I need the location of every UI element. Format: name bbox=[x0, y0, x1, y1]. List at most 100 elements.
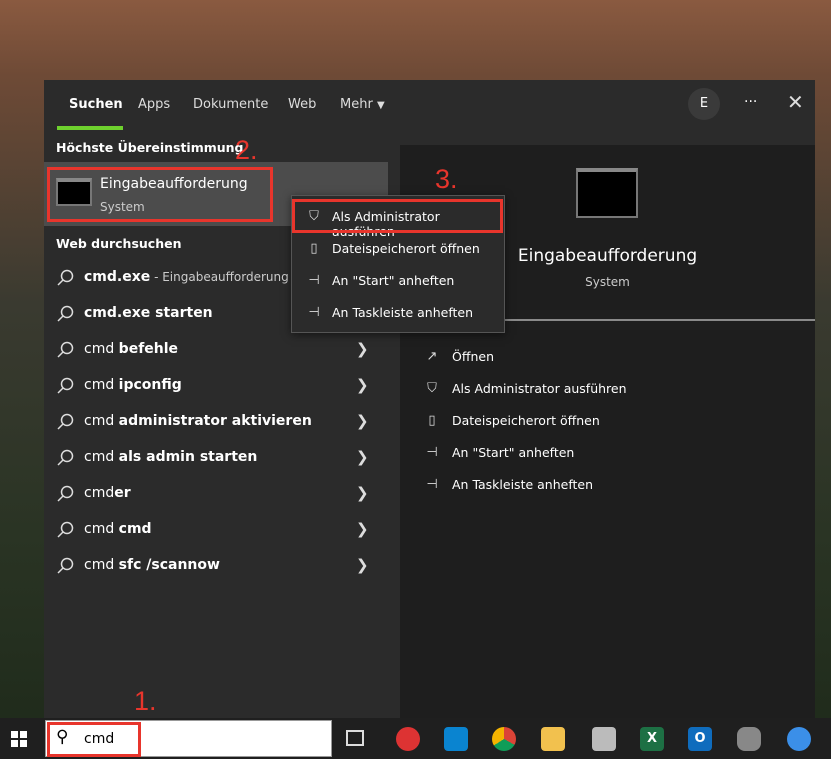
folder-icon: ▯ bbox=[310, 241, 318, 256]
web-result-item[interactable]: cmd als admin starten ❯ bbox=[44, 440, 388, 476]
result-bold: cmd.exe bbox=[84, 269, 151, 285]
tab-apps[interactable]: Apps bbox=[138, 97, 170, 112]
context-menu-item[interactable]: ⊣ An Taskleiste anheften bbox=[292, 297, 504, 329]
app-icon[interactable] bbox=[787, 727, 811, 751]
web-result-text: cmd.exe starten bbox=[84, 305, 213, 321]
annotation-step-2: 2. bbox=[235, 135, 258, 165]
result-prefix: cmd bbox=[84, 521, 119, 537]
outlook-icon[interactable]: O bbox=[688, 727, 712, 751]
annotation-step-1: 1. bbox=[134, 686, 157, 716]
result-bold: cmd.exe starten bbox=[84, 305, 213, 321]
preview-action[interactable]: ⊣ An Taskleiste anheften bbox=[400, 469, 815, 501]
result-prefix: cmd bbox=[84, 413, 119, 429]
action-label: An Taskleiste anheften bbox=[452, 477, 594, 492]
command-prompt-large-icon bbox=[576, 168, 638, 218]
search-icon bbox=[57, 449, 74, 466]
preview-action[interactable]: ⛉ Als Administrator ausführen bbox=[400, 373, 815, 405]
result-bold: er bbox=[114, 485, 131, 501]
web-result-item[interactable]: cmd cmd ❯ bbox=[44, 512, 388, 548]
search-icon bbox=[57, 485, 74, 502]
tab-web[interactable]: Web bbox=[288, 97, 316, 112]
performance-monitor-icon[interactable] bbox=[592, 727, 616, 751]
result-prefix: cmd bbox=[84, 449, 119, 465]
preview-action[interactable]: ⊣ An "Start" anheften bbox=[400, 437, 815, 469]
chrome-icon[interactable] bbox=[492, 727, 516, 751]
result-prefix: cmd bbox=[84, 341, 119, 357]
result-prefix: cmd bbox=[84, 485, 115, 501]
annotation-box-3 bbox=[292, 199, 503, 233]
chevron-down-icon: ▼ bbox=[376, 100, 385, 111]
action-label: Öffnen bbox=[452, 349, 494, 364]
file-explorer-icon[interactable] bbox=[541, 727, 565, 751]
search-icon bbox=[57, 269, 74, 286]
annotation-box-1 bbox=[47, 722, 141, 757]
chevron-right-icon[interactable]: ❯ bbox=[356, 340, 369, 358]
result-prefix: cmd bbox=[84, 557, 119, 573]
menu-item-label: An "Start" anheften bbox=[332, 273, 455, 288]
result-bold: als admin starten bbox=[118, 449, 258, 465]
web-result-text: cmd ipconfig bbox=[84, 377, 182, 393]
pin-icon: ⊣ bbox=[308, 273, 320, 288]
context-menu-item[interactable]: ▯ Dateispeicherort öffnen bbox=[292, 233, 504, 265]
account-avatar[interactable]: E bbox=[688, 88, 720, 120]
pin-icon: ⊣ bbox=[308, 305, 320, 320]
search-icon bbox=[57, 341, 74, 358]
chevron-right-icon[interactable]: ❯ bbox=[356, 520, 369, 538]
web-result-text: cmd administrator aktivieren bbox=[84, 413, 312, 429]
preview-action[interactable]: ↗ Öffnen bbox=[400, 341, 815, 373]
menu-item-label: Dateispeicherort öffnen bbox=[332, 241, 480, 256]
web-result-item[interactable]: cmd ipconfig ❯ bbox=[44, 368, 388, 404]
menu-item-label: An Taskleiste anheften bbox=[332, 305, 474, 320]
open-icon: ↗ bbox=[426, 349, 438, 364]
tab-mehr-label: Mehr bbox=[340, 97, 373, 112]
chevron-right-icon[interactable]: ❯ bbox=[356, 412, 369, 430]
best-match-heading: Höchste Übereinstimmung bbox=[56, 140, 244, 155]
action-label: Dateispeicherort öffnen bbox=[452, 413, 600, 428]
chevron-right-icon[interactable]: ❯ bbox=[356, 376, 369, 394]
web-result-text: cmd befehle bbox=[84, 341, 178, 357]
action-label: An "Start" anheften bbox=[452, 445, 575, 460]
result-bold: cmd bbox=[118, 521, 152, 537]
folder-icon: ▯ bbox=[428, 413, 436, 428]
result-suffix: - Eingabeaufforderung bbox=[150, 270, 289, 284]
search-icon bbox=[57, 521, 74, 538]
close-button[interactable]: ✕ bbox=[787, 90, 804, 114]
more-options-button[interactable]: ··· bbox=[744, 94, 757, 110]
web-result-item[interactable]: cmder ❯ bbox=[44, 476, 388, 512]
chevron-right-icon[interactable]: ❯ bbox=[356, 484, 369, 502]
pin-icon: ⊣ bbox=[426, 477, 438, 492]
windows-start-icon[interactable] bbox=[11, 731, 27, 747]
clock-app-icon[interactable] bbox=[737, 727, 761, 751]
search-icon bbox=[57, 413, 74, 430]
web-result-text: cmd als admin starten bbox=[84, 449, 257, 465]
shield-icon: ⛉ bbox=[427, 381, 437, 396]
web-result-item[interactable]: cmd administrator aktivieren ❯ bbox=[44, 404, 388, 440]
search-icon bbox=[57, 377, 74, 394]
web-result-item[interactable]: cmd sfc /scannow ❯ bbox=[44, 548, 388, 584]
web-result-text: cmder bbox=[84, 485, 131, 501]
result-bold: ipconfig bbox=[118, 377, 182, 393]
snipping-tool-icon[interactable] bbox=[396, 727, 420, 751]
result-bold: befehle bbox=[118, 341, 179, 357]
context-menu-item[interactable]: ⊣ An "Start" anheften bbox=[292, 265, 504, 297]
store-app-icon[interactable] bbox=[444, 727, 468, 751]
task-view-icon[interactable] bbox=[346, 730, 364, 746]
search-icon bbox=[57, 305, 74, 322]
web-result-text: cmd sfc /scannow bbox=[84, 557, 220, 573]
excel-icon[interactable]: X bbox=[640, 727, 664, 751]
result-bold: sfc /scannow bbox=[118, 557, 220, 573]
search-icon bbox=[57, 557, 74, 574]
tab-suchen[interactable]: Suchen bbox=[69, 97, 123, 112]
web-result-text: cmd.exe - Eingabeaufforderung bbox=[84, 269, 289, 285]
action-label: Als Administrator ausführen bbox=[452, 381, 627, 396]
result-bold: administrator aktivieren bbox=[118, 413, 312, 429]
web-search-heading: Web durchsuchen bbox=[56, 236, 182, 251]
annotation-box-2 bbox=[47, 167, 273, 222]
chevron-right-icon[interactable]: ❯ bbox=[356, 556, 369, 574]
tab-mehr[interactable]: Mehr ▼ bbox=[340, 97, 385, 112]
web-result-item[interactable]: cmd befehle ❯ bbox=[44, 332, 388, 368]
preview-action[interactable]: ▯ Dateispeicherort öffnen bbox=[400, 405, 815, 437]
tab-dokumente[interactable]: Dokumente bbox=[193, 97, 268, 112]
chevron-right-icon[interactable]: ❯ bbox=[356, 448, 369, 466]
result-prefix: cmd bbox=[84, 377, 119, 393]
